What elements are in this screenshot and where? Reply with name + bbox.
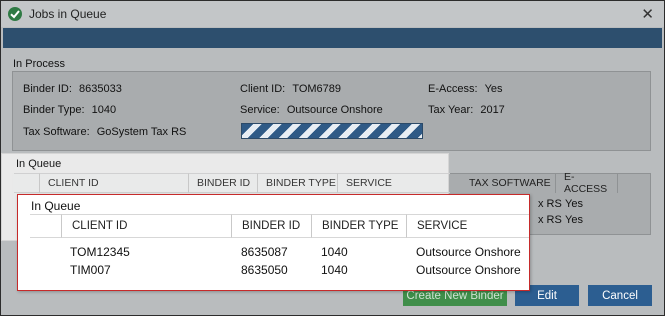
close-icon[interactable]: ✕: [641, 5, 654, 23]
binder-id-field: Binder ID: 8635033: [23, 83, 122, 95]
e-access-value: Yes: [484, 83, 503, 95]
drag-panel-title: In Queue: [31, 199, 81, 213]
ghost-select-column: [14, 173, 40, 193]
ghost-in-queue-heading: In Queue: [16, 158, 62, 170]
tax-software-field: Tax Software: GoSystem Tax RS: [23, 126, 186, 138]
dragged-in-queue-panel[interactable]: In Queue CLIENT ID BINDER ID BINDER TYPE…: [17, 194, 530, 291]
ghost-header-binder-id: BINDER ID: [189, 173, 258, 193]
binder-id-label: Binder ID:: [23, 83, 72, 95]
row-1-binder-type: 1040: [321, 245, 348, 259]
client-id-label: Client ID:: [240, 83, 286, 95]
cancel-button[interactable]: Cancel: [588, 285, 652, 306]
column-header-client-id[interactable]: CLIENT ID: [62, 214, 232, 238]
e-access-field: E-Access: Yes: [428, 83, 503, 95]
row-1-binder-id: 8635087: [241, 245, 288, 259]
row-1-service: Outsource Onshore: [416, 245, 521, 259]
binder-type-value: 1040: [91, 104, 117, 116]
jobs-in-queue-dialog: Jobs in Queue ✕ In Process Binder ID: 86…: [0, 0, 665, 316]
row-2-client-id: TIM007: [70, 263, 111, 277]
client-id-value: TOM6789: [292, 83, 342, 95]
queue-row-2-e-access: Yes: [565, 214, 583, 226]
checkmark-app-icon: [8, 7, 22, 21]
queue-row-1-tax-software: x RS: [538, 198, 562, 210]
service-label: Service:: [240, 104, 280, 116]
client-id-field: Client ID: TOM6789: [240, 83, 341, 95]
ghost-header-client-id: CLIENT ID: [40, 173, 189, 193]
service-field: Service: Outsource Onshore: [240, 104, 383, 116]
ghost-header-service: SERVICE: [338, 173, 450, 193]
ghost-header-binder-type: BINDER TYPE: [258, 173, 338, 193]
processing-progress-bar: [241, 123, 423, 139]
row-2-binder-id: 8635050: [241, 263, 288, 277]
in-process-heading: In Process: [13, 58, 65, 70]
row-1-client-id: TOM12345: [70, 245, 130, 259]
row-2-binder-type: 1040: [321, 263, 348, 277]
row-2-service: Outsource Onshore: [416, 263, 521, 277]
column-header-binder-type[interactable]: BINDER TYPE: [312, 214, 407, 238]
tax-software-label: Tax Software:: [23, 126, 90, 138]
binder-type-field: Binder Type: 1040: [23, 104, 116, 116]
tax-year-field: Tax Year: 2017: [428, 104, 505, 116]
tax-year-value: 2017: [480, 104, 505, 116]
service-value: Outsource Onshore: [286, 104, 383, 116]
select-column-header: [30, 214, 62, 238]
tax-software-value: GoSystem Tax RS: [96, 126, 187, 138]
column-header-service[interactable]: SERVICE: [407, 214, 529, 238]
binder-type-label: Binder Type:: [23, 104, 85, 116]
e-access-label: E-Access:: [428, 83, 478, 95]
tax-year-label: Tax Year:: [428, 104, 474, 116]
window-title: Jobs in Queue: [29, 7, 107, 21]
title-bar[interactable]: Jobs in Queue ✕: [1, 1, 664, 27]
header-band: [3, 28, 662, 48]
binder-id-value: 8635033: [78, 83, 122, 95]
queue-row-1-e-access: Yes: [565, 198, 583, 210]
column-header-e-access[interactable]: E-ACCESS: [556, 171, 618, 195]
column-header-binder-id[interactable]: BINDER ID: [232, 214, 312, 238]
queue-row-2-tax-software: x RS: [538, 214, 562, 226]
column-header-tax-software[interactable]: TAX SOFTWARE: [461, 173, 556, 193]
